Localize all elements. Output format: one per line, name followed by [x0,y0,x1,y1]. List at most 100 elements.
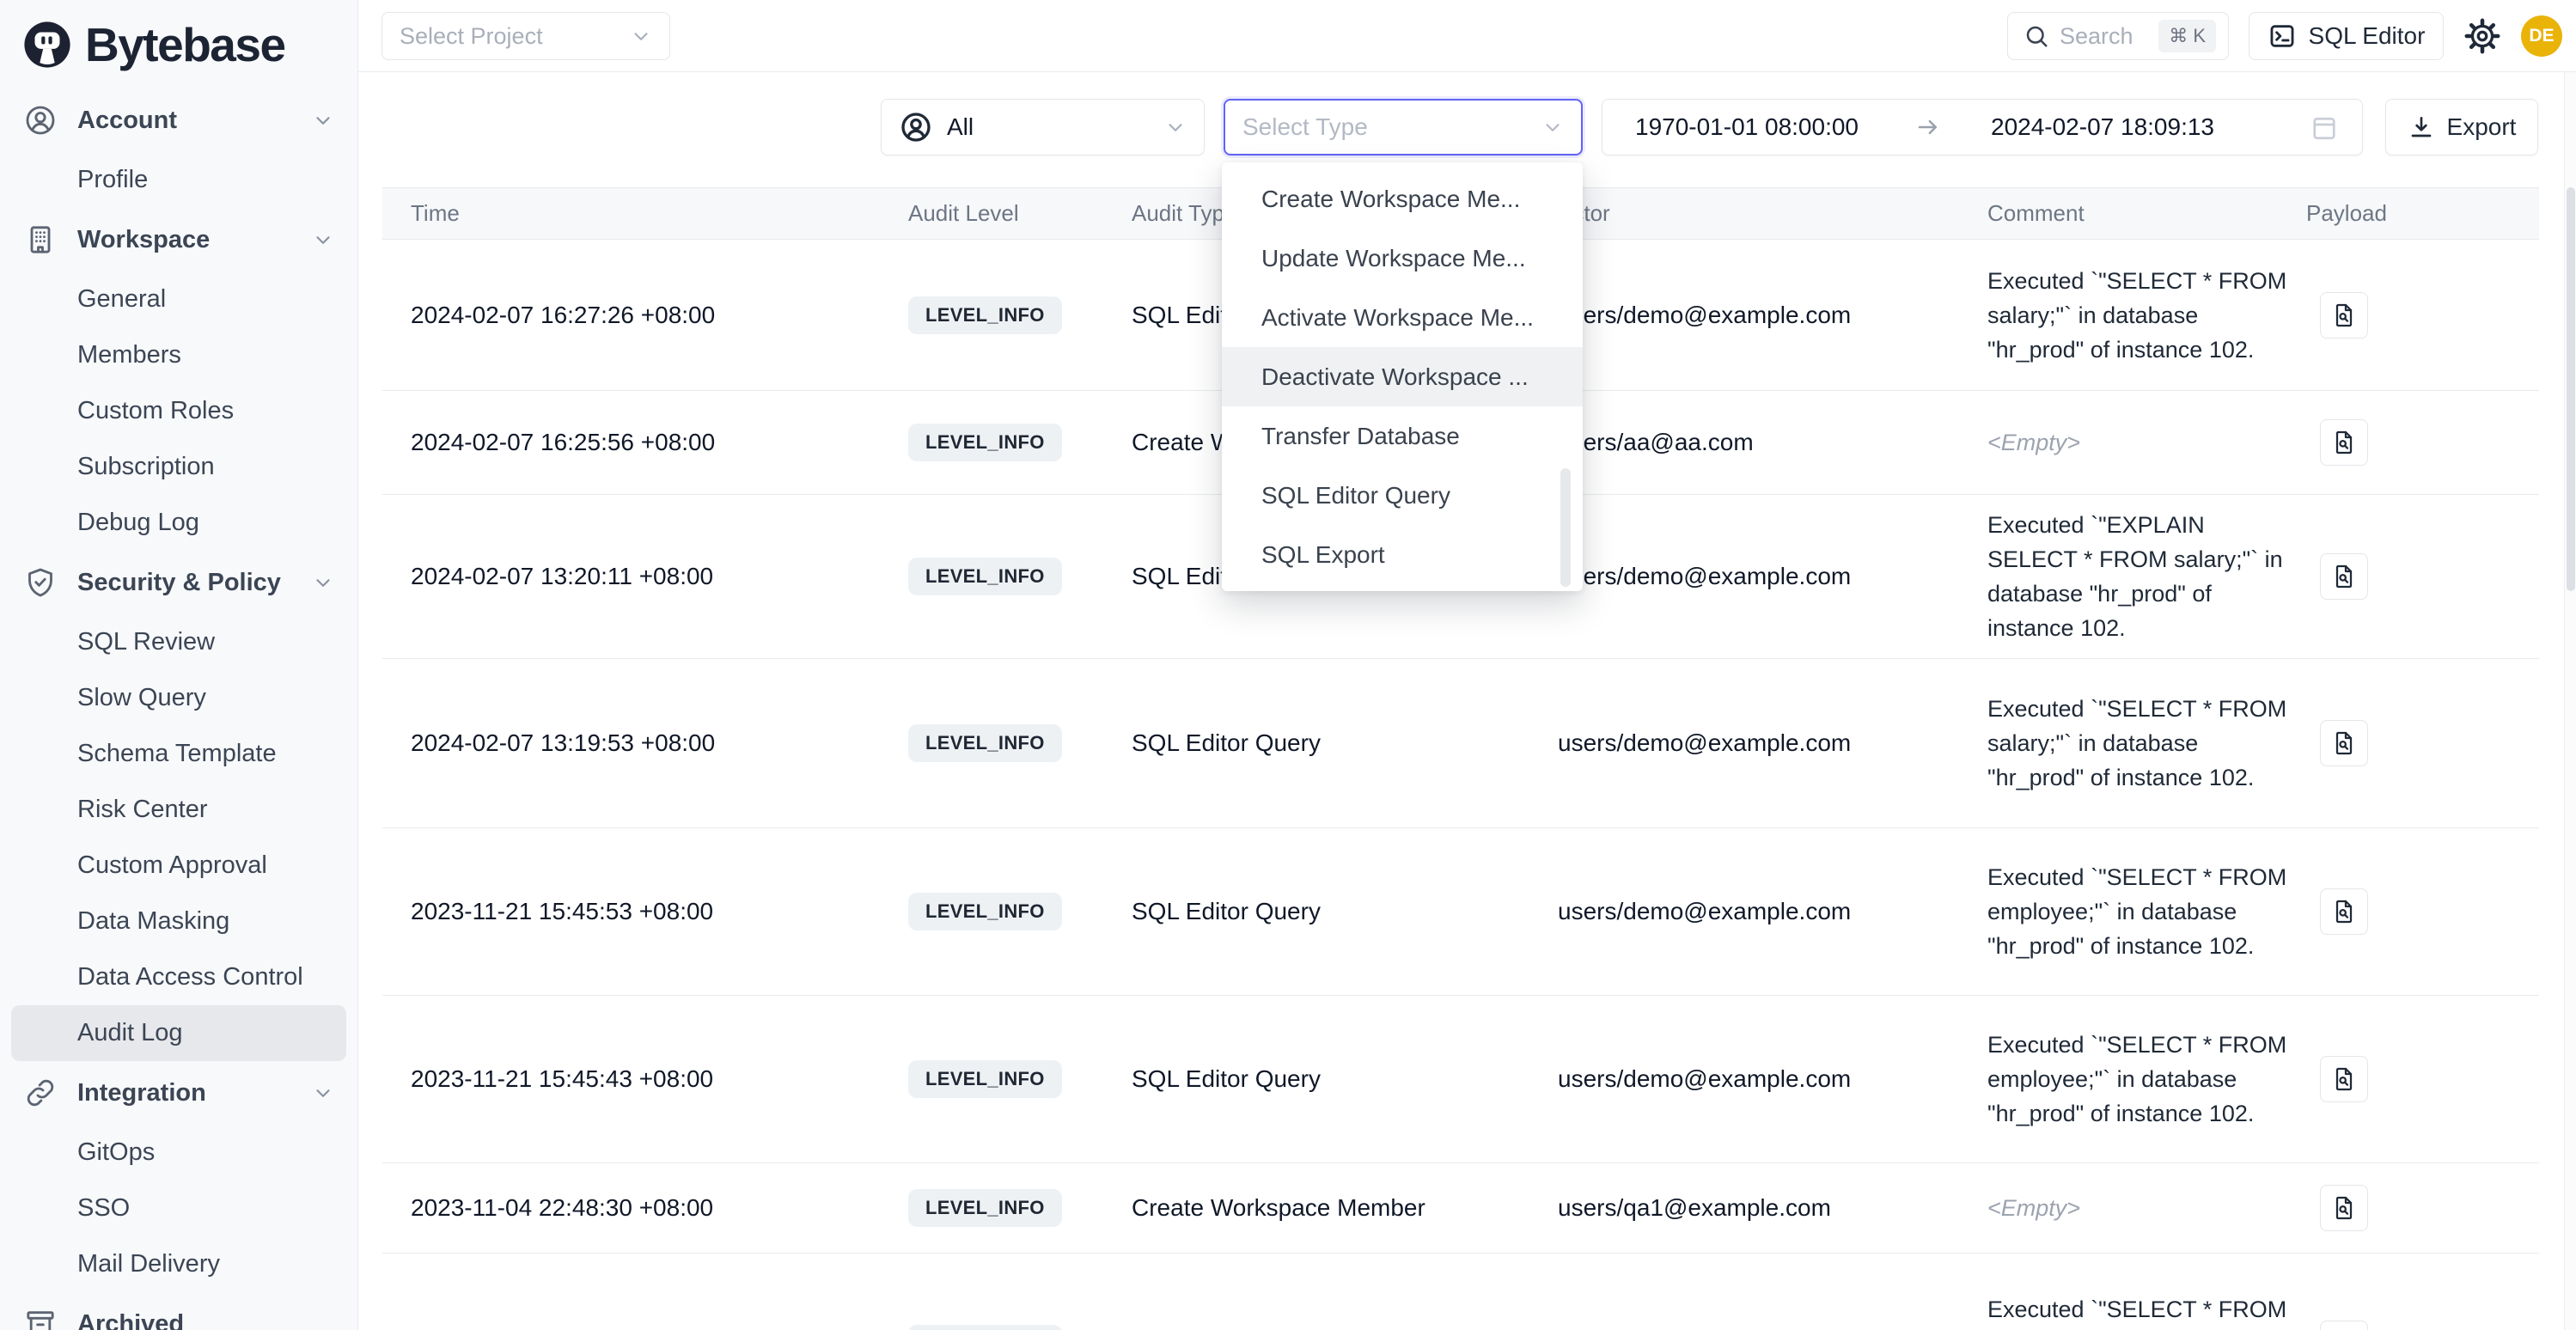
export-button[interactable]: Export [2385,99,2538,156]
sidebar-section-account[interactable]: Account [11,88,346,152]
cell-actor: users/demo@example.com [1558,729,1987,757]
sidebar-item-label: Mail Delivery [77,1250,220,1278]
sidebar-item-schema-template[interactable]: Schema Template [11,726,346,782]
sidebar-section-security-policy[interactable]: Security & Policy [11,551,346,614]
date-from-value: 1970-01-01 08:00:00 [1635,113,1859,141]
avatar[interactable]: DE [2521,15,2562,57]
sidebar-item-sql-review[interactable]: SQL Review [11,614,346,670]
view-payload-button[interactable] [2320,553,2368,600]
calendar-icon [2309,112,2340,143]
view-payload-button[interactable] [2320,1185,2368,1231]
table-row: 2023-11-04 22:48:30 +08:00LEVEL_INFOCrea… [382,1163,2539,1254]
cell-time: 2024-02-07 13:20:11 +08:00 [382,563,908,590]
sidebar-item-profile[interactable]: Profile [11,152,346,208]
shield-check-icon [23,565,58,600]
sidebar-item-data-masking[interactable]: Data Masking [11,894,346,949]
sidebar-item-label: Schema Template [77,740,277,768]
app-window: Bytebase AccountProfileWorkspaceGeneralM… [0,0,2576,1330]
type-filter-select[interactable]: Select Type [1224,99,1583,156]
sidebar-item-data-access-control[interactable]: Data Access Control [11,949,346,1005]
cell-comment: Executed `"EXPLAIN SELECT * FROM salary;… [1987,508,2306,645]
dropdown-scrollbar-thumb[interactable] [1560,468,1571,587]
cell-payload [2306,1185,2539,1231]
sidebar-item-custom-approval[interactable]: Custom Approval [11,838,346,894]
sidebar-item-slow-query[interactable]: Slow Query [11,670,346,726]
sidebar-section-integration[interactable]: Integration [11,1061,346,1125]
sidebar-item-general[interactable]: General [11,271,346,327]
sidebar-item-debug-log[interactable]: Debug Log [11,495,346,551]
user-circle-icon [23,103,58,137]
gear-icon [2464,18,2500,54]
audit-level-badge: LEVEL_INFO [908,296,1062,334]
dropdown-option-label: Create Workspace Me... [1261,186,1520,213]
sidebar-item-custom-roles[interactable]: Custom Roles [11,383,346,439]
view-payload-button[interactable] [2320,1321,2368,1330]
chevron-down-icon [1541,116,1564,138]
sidebar-item-sso[interactable]: SSO [11,1181,346,1236]
topbar-actions: Search ⌘ K SQL Editor DE [2007,12,2562,60]
cell-payload [2306,1321,2539,1330]
cell-payload [2306,888,2539,935]
bytebase-mascot-icon [22,20,72,70]
brand-name: Bytebase [85,17,285,72]
cell-audit-level: LEVEL_INFO [908,424,1132,461]
actor-filter-select[interactable]: All [881,99,1205,156]
cell-time: 2023-11-21 15:45:53 +08:00 [382,898,908,925]
sidebar-section-archived[interactable]: Archived [11,1292,346,1330]
sidebar-item-gitops[interactable]: GitOps [11,1125,346,1181]
chevron-down-icon [1164,116,1187,138]
view-payload-button[interactable] [2320,888,2368,935]
date-range-picker[interactable]: 1970-01-01 08:00:00 2024-02-07 18:09:13 [1602,99,2363,156]
comment-text: Executed `"SELECT * FROM employee;"` in … [1987,860,2290,963]
dropdown-option-activate-workspace-me[interactable]: Activate Workspace Me... [1222,288,1583,347]
view-payload-button[interactable] [2320,720,2368,766]
dropdown-option-sql-editor-query[interactable]: SQL Editor Query [1222,466,1583,525]
view-payload-button[interactable] [2320,292,2368,339]
search-input[interactable]: Search ⌘ K [2007,12,2229,60]
cell-comment: Executed `"SELECT * FROM salary;"` in da… [1987,692,2306,795]
link-icon [23,1076,58,1110]
cell-actor: users/aa@aa.com [1558,429,1987,456]
cell-audit-type: Create Workspace Member [1132,1194,1558,1222]
view-payload-button[interactable] [2320,419,2368,466]
sidebar-item-audit-log[interactable]: Audit Log [11,1005,346,1061]
dropdown-option-create-workspace-me[interactable]: Create Workspace Me... [1222,169,1583,229]
cell-audit-level: LEVEL_INFO [908,1325,1132,1330]
sidebar-item-label: Custom Roles [77,397,234,425]
dropdown-option-sql-export[interactable]: SQL Export [1222,525,1583,584]
sidebar-item-label: Custom Approval [77,851,267,880]
dropdown-option-transfer-database[interactable]: Transfer Database [1222,406,1583,466]
cell-payload [2306,720,2539,766]
file-search-icon [2330,429,2358,456]
view-payload-button[interactable] [2320,1056,2368,1102]
sidebar-item-subscription[interactable]: Subscription [11,439,346,495]
sidebar-item-label: Data Access Control [77,963,303,991]
brand-logo[interactable]: Bytebase [0,0,357,88]
sidebar-section-workspace[interactable]: Workspace [11,208,346,271]
cell-payload [2306,419,2539,466]
comment-text: Executed `"SELECT * FROM department;"` i… [1987,1292,2290,1330]
sidebar-item-mail-delivery[interactable]: Mail Delivery [11,1236,346,1292]
table-row: 2024-02-07 13:19:53 +08:00LEVEL_INFOSQL … [382,659,2539,828]
cell-comment: Executed `"SELECT * FROM employee;"` in … [1987,1028,2306,1131]
archive-icon [23,1307,58,1330]
type-filter-dropdown: Create Workspace Me... Update Workspace M… [1222,162,1583,591]
dropdown-option-update-workspace-me[interactable]: Update Workspace Me... [1222,229,1583,288]
audit-level-badge: LEVEL_INFO [908,558,1062,595]
settings-button[interactable] [2463,17,2501,55]
chevron-down-icon [312,229,334,251]
sidebar-item-risk-center[interactable]: Risk Center [11,782,346,838]
dropdown-option-deactivate-workspace[interactable]: Deactivate Workspace ... [1222,347,1583,406]
page-scrollbar-thumb[interactable] [2567,187,2575,591]
project-select[interactable]: Select Project [382,12,670,60]
chevron-down-icon [630,25,652,47]
sidebar-item-label: Subscription [77,453,215,481]
sql-editor-button[interactable]: SQL Editor [2249,12,2444,60]
sidebar-section-label: Integration [77,1079,206,1107]
cell-audit-type: SQL Editor Query [1132,729,1558,757]
comment-text: <Empty> [1987,1191,2290,1225]
sidebar-item-members[interactable]: Members [11,327,346,383]
dropdown-option-label: Deactivate Workspace ... [1261,363,1529,391]
file-search-icon [2330,729,2358,757]
audit-level-badge: LEVEL_INFO [908,424,1062,461]
